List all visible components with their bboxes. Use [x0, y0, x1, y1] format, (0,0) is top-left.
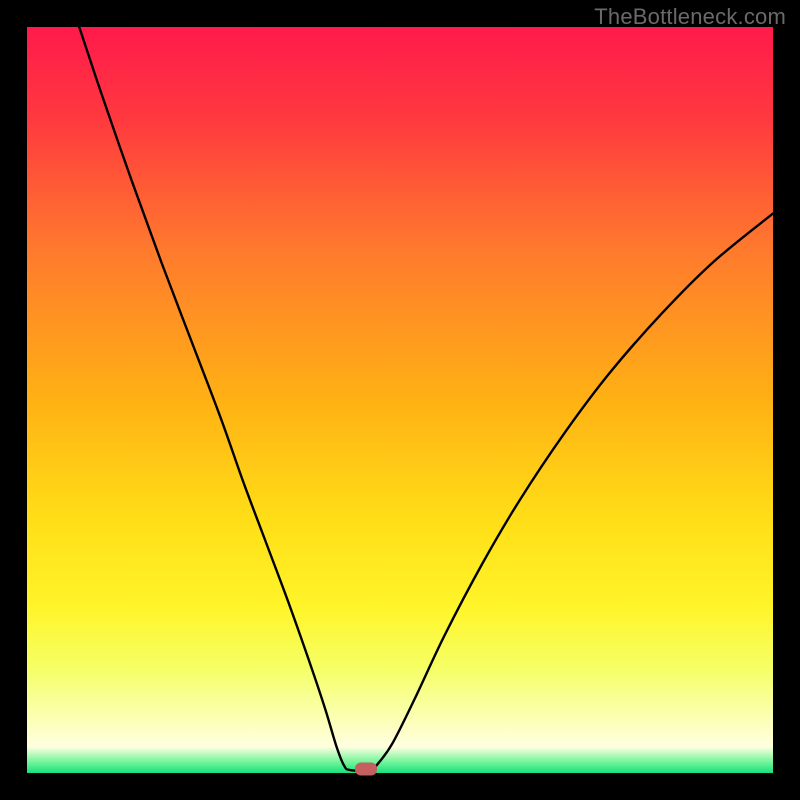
plot-area [27, 27, 773, 773]
gradient-background [27, 27, 773, 773]
chart-frame: TheBottleneck.com [0, 0, 800, 800]
optimal-point-marker [355, 762, 377, 775]
watermark-text: TheBottleneck.com [594, 4, 786, 30]
bottleneck-chart [27, 27, 773, 773]
